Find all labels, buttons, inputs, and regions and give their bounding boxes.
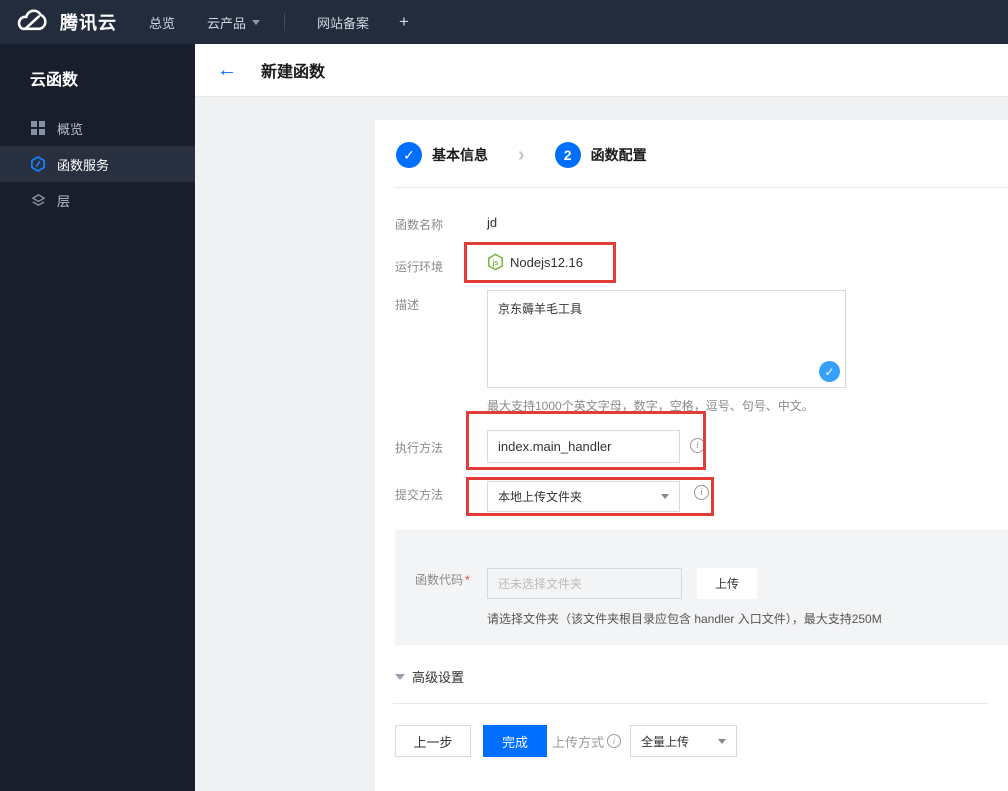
nav-item-overview[interactable]: 总览 (149, 13, 175, 32)
sidebar-item-layers[interactable]: 层 (0, 182, 195, 218)
previous-step-button[interactable]: 上一步 (395, 725, 471, 757)
code-help-text: 请选择文件夹（该文件夹根目录应包含 handler 入口文件），最大支持250M (487, 612, 882, 626)
chevron-down-icon (718, 738, 726, 744)
svg-text:js: js (492, 258, 499, 267)
nav-item-cloud-products[interactable]: 云产品 (207, 13, 261, 32)
upload-mode-select[interactable]: 全量上传 (630, 725, 737, 757)
description-help-text: 最大支持1000个英文字母，数字，空格，逗号、句号、中文。 (487, 399, 814, 413)
step-label-basic-info: 基本信息 (432, 147, 488, 163)
footer-divider (393, 703, 988, 704)
description-textarea[interactable]: 京东薅羊毛工具 (487, 290, 846, 388)
function-hexagon-icon (30, 156, 46, 172)
submit-method-label: 提交方法 (395, 488, 444, 502)
step-number-2: 2 (554, 142, 581, 168)
sidebar-item-label: 函数服务 (57, 157, 110, 173)
runtime-value: Nodejs12.16 (510, 254, 583, 270)
layers-icon (30, 192, 46, 208)
page-title: 新建函数 (261, 64, 326, 81)
required-asterisk: * (465, 573, 470, 587)
finish-button[interactable]: 完成 (483, 725, 547, 757)
advanced-settings-label: 高级设置 (412, 670, 465, 685)
function-name-label: 函数名称 (395, 218, 444, 232)
steps-divider (395, 187, 1008, 188)
submit-method-select[interactable]: 本地上传文件夹 (487, 481, 680, 512)
valid-check-icon: ✓ (819, 361, 840, 382)
tencent-cloud-console: 腾讯云 总览 云产品 网站备案 + 云函数 概览 函数服务 层 ← 新建函数 ✓… (0, 0, 1008, 791)
handler-input[interactable] (487, 430, 680, 463)
brand-name: 腾讯云 (60, 13, 117, 33)
page-header: ← 新建函数 (195, 44, 1008, 97)
triangle-down-icon (395, 673, 405, 680)
advanced-settings-toggle[interactable]: 高级设置 (395, 667, 464, 686)
add-tab-button[interactable]: + (399, 12, 409, 32)
upload-mode-info-icon[interactable]: i (607, 734, 622, 748)
function-name-value: jd (487, 215, 498, 230)
step-done-check-icon: ✓ (396, 142, 422, 168)
sidebar-item-overview[interactable]: 概览 (0, 110, 195, 146)
cloud-logo-icon (14, 7, 52, 37)
navbar-divider (284, 13, 286, 31)
chevron-right-icon: › (518, 144, 525, 166)
grid-icon (30, 120, 46, 136)
submit-method-value: 本地上传文件夹 (498, 490, 583, 504)
chevron-down-icon (661, 494, 669, 499)
runtime-value-row: js Nodejs12.16 (487, 253, 583, 271)
upload-button[interactable]: 上传 (697, 568, 757, 599)
create-function-panel: ✓ 基本信息 › 2 函数配置 函数名称 jd 运行环境 js Nodejs12… (375, 120, 1008, 791)
submit-method-info-icon[interactable]: i (694, 485, 709, 500)
step-label-function-config: 函数配置 (590, 147, 647, 163)
tencent-cloud-logo[interactable]: 腾讯云 (14, 7, 117, 37)
upload-mode-label: 上传方式 i (552, 725, 622, 757)
sidebar-item-label: 概览 (57, 121, 84, 137)
description-label: 描述 (395, 298, 420, 312)
nav-item-icp-filing[interactable]: 网站备案 (317, 13, 369, 32)
chevron-down-icon (252, 19, 261, 25)
nodejs-icon: js (487, 253, 504, 271)
sidebar-title: 云函数 (30, 72, 79, 89)
handler-info-icon[interactable]: i (690, 438, 705, 453)
sidebar-item-function-service[interactable]: 函数服务 (0, 146, 195, 182)
top-navbar: 腾讯云 总览 云产品 网站备案 + (0, 0, 1008, 44)
upload-mode-value: 全量上传 (641, 734, 690, 749)
folder-path-input[interactable] (487, 568, 682, 599)
handler-label: 执行方法 (395, 441, 444, 455)
step-indicator: ✓ 基本信息 › 2 函数配置 (396, 142, 647, 168)
function-code-label: 函数代码 * (415, 573, 470, 587)
back-arrow-icon[interactable]: ← (217, 59, 237, 82)
runtime-label: 运行环境 (395, 260, 444, 274)
sidebar: 云函数 概览 函数服务 层 (0, 44, 195, 791)
sidebar-item-label: 层 (57, 193, 71, 209)
